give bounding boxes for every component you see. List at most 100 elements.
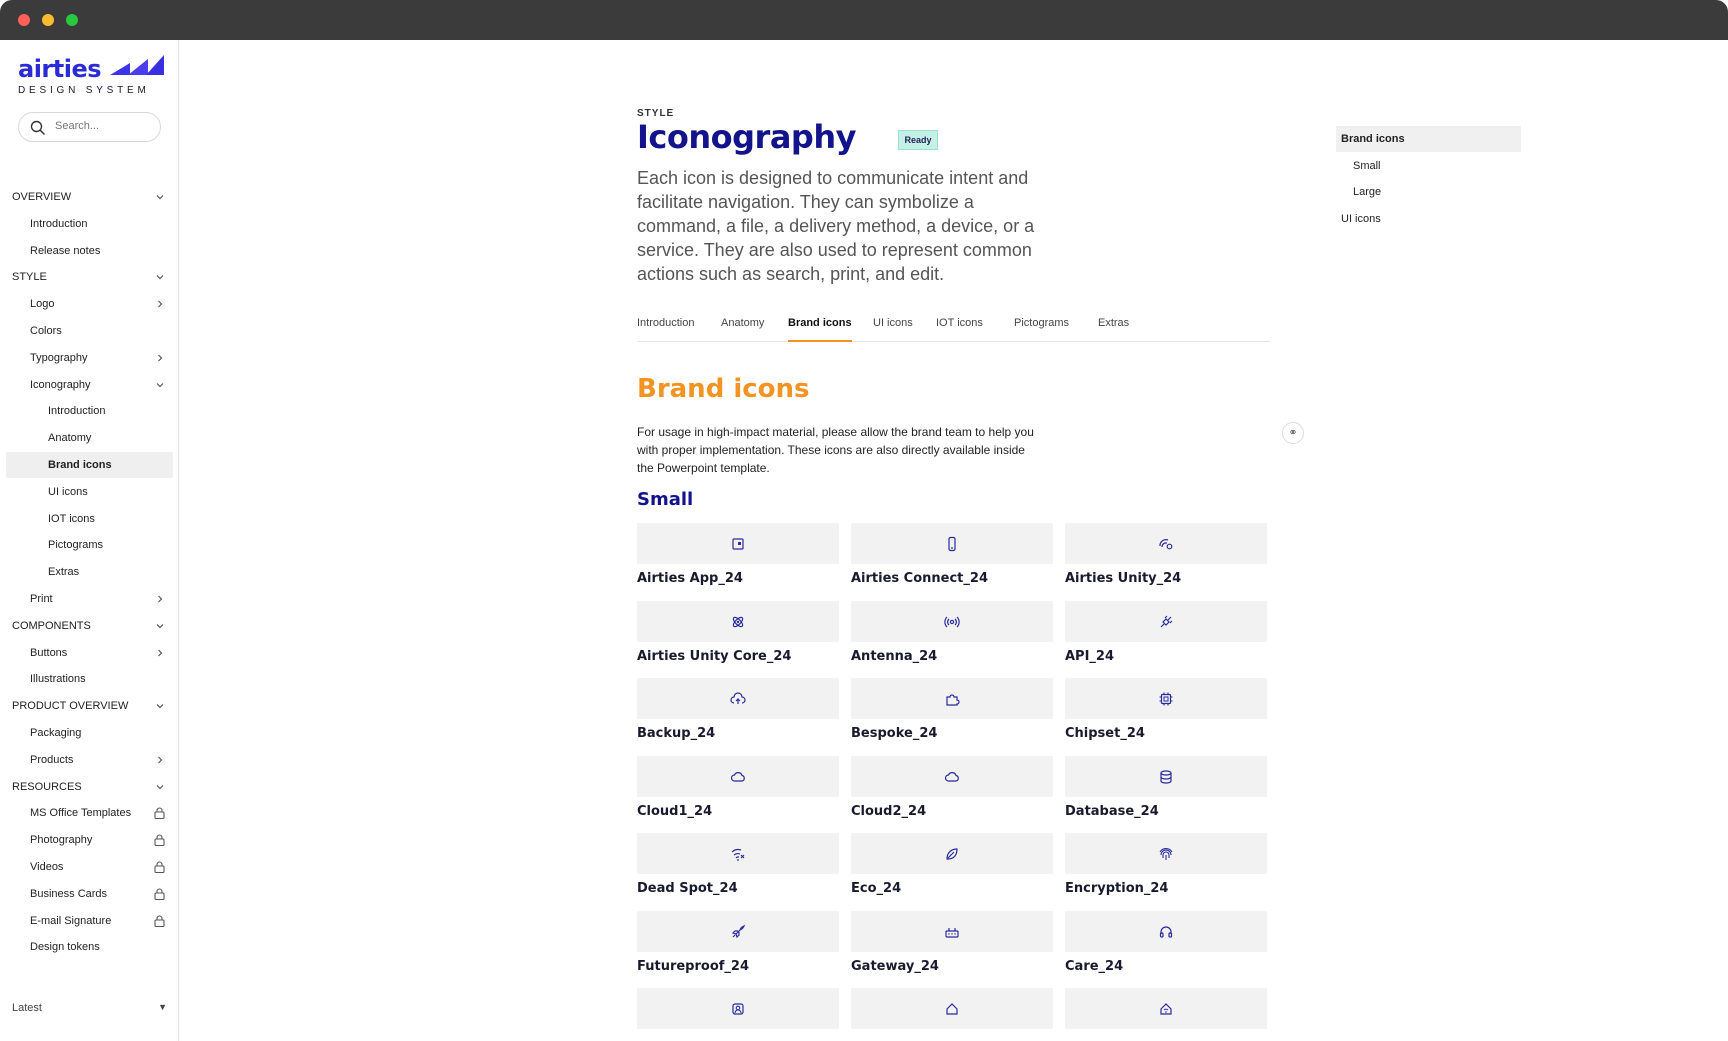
toc-item-brand-icons[interactable]: Brand icons xyxy=(1336,126,1521,152)
sidebar-item-brand-icons[interactable]: Brand icons xyxy=(6,452,173,478)
sidebar-item-ms-office-templates[interactable]: MS Office Templates xyxy=(6,800,173,826)
icon-tile[interactable] xyxy=(851,755,1053,797)
icon-tile[interactable] xyxy=(851,988,1053,1029)
icon-tile[interactable] xyxy=(637,988,839,1029)
toc-item-large[interactable]: Large xyxy=(1336,179,1521,205)
sidebar-item-typography[interactable]: Typography xyxy=(6,345,173,371)
tab-anatomy[interactable]: Anatomy xyxy=(721,312,764,342)
icon-card[interactable]: Antenna_24 xyxy=(851,600,1053,671)
icon-tile[interactable] xyxy=(637,678,839,719)
icon-grid: Airties App_24 Airties Connect_24 Airties … xyxy=(637,523,1270,1041)
icon-card[interactable]: Bespoke_24 xyxy=(851,678,1053,748)
tab-extras[interactable]: Extras xyxy=(1098,312,1129,342)
icon-card[interactable]: Care_24 xyxy=(1065,910,1267,981)
icon-tile[interactable] xyxy=(637,833,839,874)
sidebar-item-packaging[interactable]: Packaging xyxy=(6,720,173,746)
search-box[interactable] xyxy=(18,112,161,142)
icon-card[interactable] xyxy=(637,988,839,1041)
home-icon xyxy=(946,1003,958,1015)
tab-pictograms[interactable]: Pictograms xyxy=(1014,312,1069,342)
sidebar-item-label: Pictograms xyxy=(48,539,104,552)
icon-card[interactable]: Backup_24 xyxy=(637,678,839,748)
sidebar-item-style[interactable]: STYLE xyxy=(6,264,173,290)
tab-iot-icons[interactable]: IOT icons xyxy=(936,312,983,342)
sidebar-item-resources[interactable]: RESOURCES xyxy=(6,774,173,800)
icon-card[interactable]: API_24 xyxy=(1065,600,1267,671)
minimize-window-button[interactable] xyxy=(42,14,54,26)
sidebar-item-videos[interactable]: Videos xyxy=(6,854,173,880)
icon-card[interactable] xyxy=(851,988,1053,1041)
sidebar-item-ui-icons[interactable]: UI icons xyxy=(6,479,173,505)
tab-introduction[interactable]: Introduction xyxy=(637,312,694,342)
version-select[interactable]: Latest ▼ xyxy=(12,1002,167,1022)
icon-tile[interactable] xyxy=(851,833,1053,874)
icon-card[interactable]: Cloud2_24 xyxy=(851,755,1053,826)
icon-tile[interactable] xyxy=(1065,833,1267,874)
sidebar-item-release-notes[interactable]: Release notes xyxy=(6,238,173,264)
icon-card[interactable]: Dead Spot_24 xyxy=(637,833,839,903)
icon-card[interactable]: Encryption_24 xyxy=(1065,833,1267,903)
icon-tile[interactable] xyxy=(637,755,839,797)
toc-item-small[interactable]: Small xyxy=(1336,153,1521,179)
sidebar-item-components[interactable]: COMPONENTS xyxy=(6,613,173,639)
icon-tile[interactable] xyxy=(1065,755,1267,797)
toc-item-ui-icons[interactable]: UI icons xyxy=(1336,206,1521,232)
sidebar-item-overview[interactable]: OVERVIEW xyxy=(6,184,173,210)
icon-tile[interactable] xyxy=(851,910,1053,952)
search-input[interactable] xyxy=(55,120,155,132)
icon-card[interactable]: Airties Connect_24 xyxy=(851,523,1053,593)
icon-card[interactable]: Database_24 xyxy=(1065,755,1267,826)
link-icon[interactable]: ⚭ xyxy=(1282,422,1304,444)
sidebar-item-e-mail-signature[interactable]: E-mail Signature xyxy=(6,908,173,934)
icon-card[interactable]: Airties App_24 xyxy=(637,523,839,593)
sidebar-item-design-tokens[interactable]: Design tokens xyxy=(6,934,173,960)
sidebar-item-business-cards[interactable]: Business Cards xyxy=(6,881,173,907)
icon-name: Airties Connect_24 xyxy=(851,571,988,586)
icon-card[interactable]: Eco_24 xyxy=(851,833,1053,903)
sidebar-item-photography[interactable]: Photography xyxy=(6,827,173,853)
sidebar-item-iconography[interactable]: Iconography xyxy=(6,372,173,398)
app-window: airties DESIGN SYSTEM OVERVIEW Introducti… xyxy=(0,0,1728,1041)
icon-card[interactable]: Futureproof_24 xyxy=(637,910,839,981)
icon-tile[interactable] xyxy=(1065,600,1267,642)
tab-brand-icons[interactable]: Brand icons xyxy=(788,312,852,342)
sidebar-item-colors[interactable]: Colors xyxy=(6,318,173,344)
icon-tile[interactable] xyxy=(851,678,1053,719)
icon-tile[interactable] xyxy=(637,523,839,564)
icon-tile[interactable] xyxy=(637,910,839,952)
icon-tile[interactable] xyxy=(1065,678,1267,719)
sidebar-item-pictograms[interactable]: Pictograms xyxy=(6,532,173,558)
icon-tile[interactable] xyxy=(851,523,1053,564)
sidebar-item-iot-icons[interactable]: IOT icons xyxy=(6,506,173,532)
icon-card[interactable]: Cloud1_24 xyxy=(637,755,839,826)
sidebar-item-label: Introduction xyxy=(48,405,106,418)
sidebar-item-anatomy[interactable]: Anatomy xyxy=(6,425,173,451)
sidebar-item-logo[interactable]: Logo xyxy=(6,291,173,317)
icon-card[interactable]: Chipset_24 xyxy=(1065,678,1267,748)
close-window-button[interactable] xyxy=(18,14,30,26)
fingerprint-icon xyxy=(1159,848,1173,860)
tab-ui-icons[interactable]: UI icons xyxy=(873,312,913,342)
logo[interactable]: airties DESIGN SYSTEM xyxy=(18,55,164,99)
sidebar-item-illustrations[interactable]: Illustrations xyxy=(6,666,173,692)
sidebar-item-introduction[interactable]: Introduction xyxy=(6,211,173,237)
sidebar-item-product-overview[interactable]: PRODUCT OVERVIEW xyxy=(6,693,173,719)
sidebar-item-buttons[interactable]: Buttons xyxy=(6,640,173,666)
icon-tile[interactable] xyxy=(637,600,839,642)
icon-name: Futureproof_24 xyxy=(637,958,750,974)
icon-card[interactable]: Airties Unity Core_24 xyxy=(637,600,839,671)
icon-tile[interactable] xyxy=(1065,910,1267,952)
icon-tile[interactable] xyxy=(1065,523,1267,564)
icon-tile[interactable] xyxy=(1065,988,1267,1029)
sidebar-item-extras[interactable]: Extras xyxy=(6,559,173,585)
sidebar-item-introduction[interactable]: Introduction xyxy=(6,398,173,424)
sidebar-item-label: Introduction xyxy=(30,217,88,230)
sidebar-item-products[interactable]: Products xyxy=(6,747,173,773)
icon-card[interactable] xyxy=(1065,988,1267,1041)
app-icon xyxy=(732,538,744,550)
icon-card[interactable]: Airties Unity_24 xyxy=(1065,523,1267,593)
maximize-window-button[interactable] xyxy=(66,14,78,26)
icon-card[interactable]: Gateway_24 xyxy=(851,910,1053,981)
sidebar-item-print[interactable]: Print xyxy=(6,586,173,612)
icon-tile[interactable] xyxy=(851,600,1053,642)
